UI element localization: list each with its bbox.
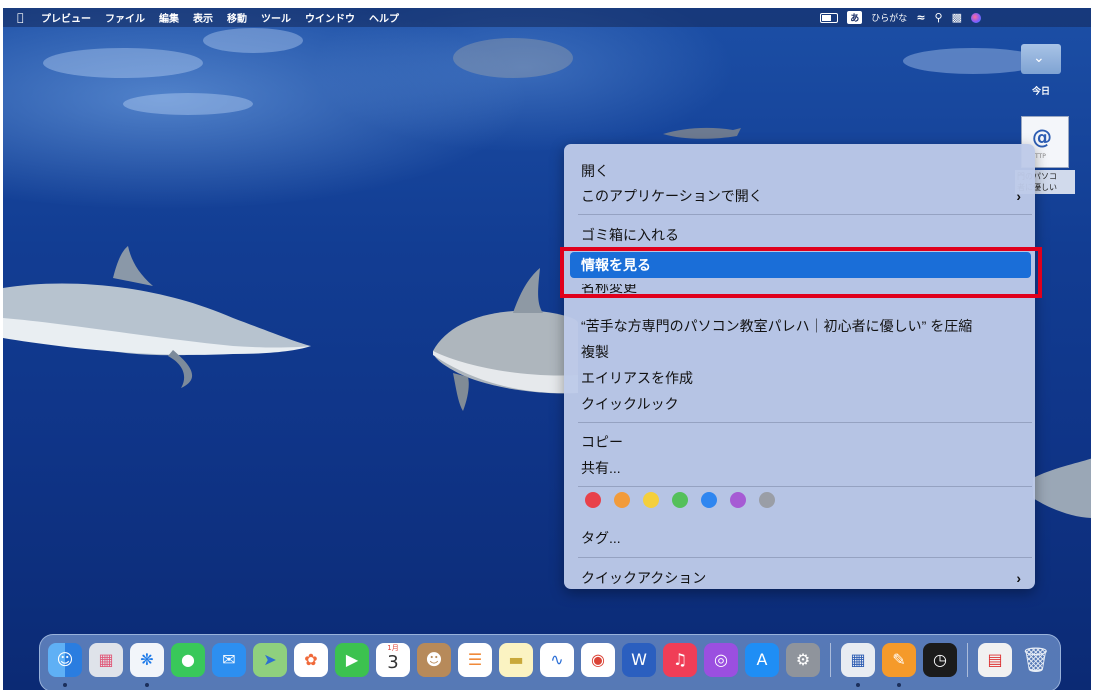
tag-red-icon[interactable]: [585, 492, 601, 508]
podcasts-icon[interactable]: ◎: [704, 643, 738, 677]
dolphin-image: [433, 268, 578, 411]
tag-gray-icon[interactable]: [759, 492, 775, 508]
siri-icon[interactable]: [971, 12, 981, 23]
tag-yellow-icon[interactable]: [643, 492, 659, 508]
search-icon[interactable]: ⚲: [935, 11, 943, 24]
calendar-icon[interactable]: 1月 3: [376, 643, 410, 677]
desktop-folder-today[interactable]: ⌄ 今日: [1018, 44, 1064, 97]
app-store-icon[interactable]: A: [745, 643, 779, 677]
menu-make-alias[interactable]: エイリアスを作成: [581, 367, 1021, 389]
battery-icon[interactable]: [820, 12, 839, 23]
finder-icon[interactable]: ☺: [48, 643, 82, 687]
pages-icon[interactable]: ✎: [882, 643, 916, 687]
launchpad-icon[interactable]: ▦: [89, 643, 123, 677]
dock-separator: [830, 643, 831, 677]
mail-icon[interactable]: ✉: [212, 643, 246, 677]
clock-icon[interactable]: ◷: [923, 643, 957, 677]
menu-copy[interactable]: コピー: [581, 431, 1021, 453]
notes-icon[interactable]: ▬: [499, 643, 533, 677]
folder-icon: ⌄: [1021, 44, 1061, 74]
trash-icon[interactable]: 🗑: [1019, 643, 1053, 677]
menu-quick-actions[interactable]: クイックアクション ›: [581, 567, 1021, 589]
dolphin-image: [3, 246, 311, 388]
photos-icon[interactable]: ✿: [294, 643, 328, 677]
light-ripple: [123, 93, 253, 115]
light-ripple: [203, 28, 303, 53]
screenshot-icon[interactable]: ▤: [978, 643, 1012, 677]
menu-item-tools[interactable]: ツール: [261, 10, 291, 25]
menu-item-edit[interactable]: 編集: [159, 10, 179, 25]
apple-menu-icon[interactable]: : [17, 11, 31, 24]
ime-label[interactable]: ひらがな: [871, 11, 907, 24]
menu-separator: [578, 557, 1032, 558]
menu-open[interactable]: 開く: [581, 160, 1021, 182]
menu-share[interactable]: 共有...: [581, 457, 1021, 479]
light-ripple: [43, 48, 203, 78]
menu-separator: [578, 422, 1032, 423]
menu-item-help[interactable]: ヘルプ: [369, 10, 399, 25]
menu-item-go[interactable]: 移動: [227, 10, 247, 25]
reminders-icon[interactable]: ☰: [458, 643, 492, 677]
music-icon[interactable]: ♫: [663, 643, 697, 677]
messages-icon[interactable]: ●: [171, 643, 205, 677]
status-area: あ ひらがな ≈ ⚲ ▩: [820, 8, 981, 27]
chevron-right-icon: ›: [1016, 570, 1021, 586]
menu-item-app[interactable]: プレビュー: [41, 10, 91, 25]
light-ripple: [453, 38, 573, 78]
facetime-icon[interactable]: ▶: [335, 643, 369, 677]
safari-icon[interactable]: ❋: [130, 643, 164, 687]
menu-item-window[interactable]: ウインドウ: [305, 10, 355, 25]
dolphin-image: [663, 127, 741, 139]
dock-separator: [967, 643, 968, 677]
folder-label: 今日: [1031, 87, 1050, 97]
menu-tags[interactable]: タグ...: [581, 527, 1021, 549]
menu-separator: [578, 486, 1032, 487]
preview-icon[interactable]: ▦: [841, 643, 875, 687]
tag-green-icon[interactable]: [672, 492, 688, 508]
menu-quick-look[interactable]: クイックルック: [581, 393, 1021, 415]
menu-compress[interactable]: “苦手な方専門のパソコン教室パレハ｜初心者に優しい” を圧縮: [581, 315, 1021, 337]
menu-open-with[interactable]: このアプリケーションで開く ›: [581, 185, 1021, 207]
contacts-icon[interactable]: ☻: [417, 643, 451, 677]
menu-item-view[interactable]: 表示: [193, 10, 213, 25]
chevron-right-icon: ›: [1016, 188, 1021, 204]
tag-orange-icon[interactable]: [614, 492, 630, 508]
system-preferences-icon[interactable]: ⚙: [786, 643, 820, 677]
dock: ☺ ▦ ❋ ● ✉ ➤ ✿ ▶ 1月 3 ☻ ☰ ▬ ∿ ◉ W ♫ ◎ A ⚙…: [39, 634, 1061, 690]
context-menu: 開く このアプリケーションで開く › ゴミ箱に入れる 情報を見る 名称変更 “苦…: [564, 144, 1035, 589]
dolphin-image: [1033, 458, 1091, 518]
wifi-icon[interactable]: ≈: [916, 11, 925, 24]
menu-separator: [578, 214, 1032, 215]
freeform-icon[interactable]: ∿: [540, 643, 574, 677]
tag-color-row: [585, 492, 775, 508]
ime-mark[interactable]: あ: [847, 11, 863, 24]
menu-move-to-trash[interactable]: ゴミ箱に入れる: [581, 224, 1021, 246]
word-icon[interactable]: W: [622, 643, 656, 677]
menu-item-file[interactable]: ファイル: [105, 10, 145, 25]
chrome-icon[interactable]: ◉: [581, 643, 615, 677]
menu-duplicate[interactable]: 複製: [581, 341, 1021, 363]
annotation-highlight-box: [560, 247, 1042, 298]
maps-icon[interactable]: ➤: [253, 643, 287, 677]
tag-blue-icon[interactable]: [701, 492, 717, 508]
control-center-icon[interactable]: ▩: [952, 11, 962, 24]
menu-bar:  プレビュー ファイル 編集 表示 移動 ツール ウインドウ ヘルプ あ ひら…: [3, 8, 1091, 27]
tag-purple-icon[interactable]: [730, 492, 746, 508]
